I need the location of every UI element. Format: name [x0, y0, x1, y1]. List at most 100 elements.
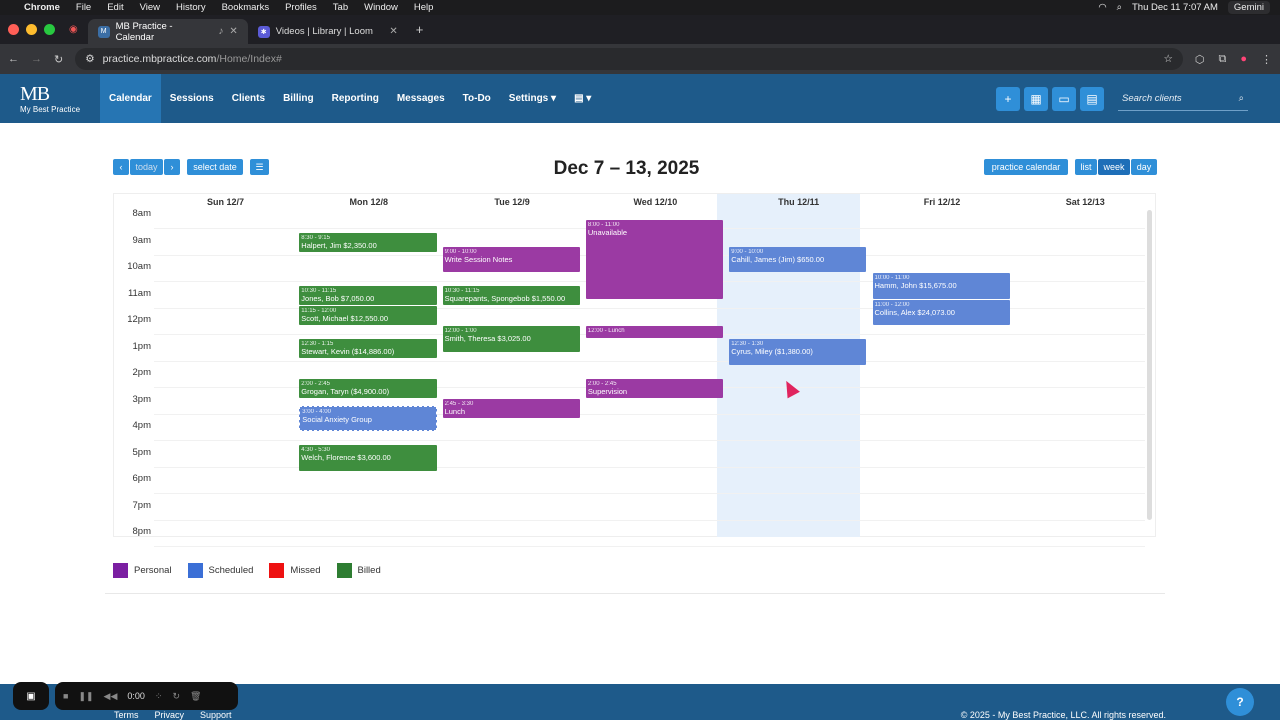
pause-icon[interactable]: ❚❚ — [78, 691, 93, 702]
calendar-event[interactable]: 2:00 - 2:45 Grogan, Taryn ($4,900.00) — [299, 379, 437, 398]
calendar-event[interactable]: 10:30 - 11:15 Squarepants, Spongebob $1,5… — [442, 286, 580, 306]
gemini-button[interactable]: Gemini — [1227, 1, 1270, 14]
view-dropdown-icon[interactable]: ▤ ▾ — [565, 74, 600, 123]
menu-app-name[interactable]: Chrome — [16, 2, 68, 13]
close-tab-icon[interactable]: ✕ — [229, 26, 237, 37]
nav-reporting[interactable]: Reporting — [323, 74, 388, 123]
menu-window[interactable]: Window — [356, 2, 406, 13]
calendar-event[interactable]: 3:00 - 4:00 Social Anxiety Group — [299, 405, 437, 431]
nav-clients[interactable]: Clients — [223, 74, 274, 123]
day-header[interactable]: Thu 12/11 — [727, 197, 870, 207]
back-icon[interactable]: ← — [8, 53, 19, 65]
menu-bookmarks[interactable]: Bookmarks — [214, 2, 278, 13]
rewind-icon[interactable]: ◀◀ — [104, 691, 118, 702]
next-week-button[interactable]: › — [164, 159, 180, 175]
search-icon[interactable]: ⌕ — [1117, 2, 1122, 13]
extensions-puzzle-icon[interactable]: ⧉ — [1218, 53, 1226, 66]
footer-terms-link[interactable]: Terms — [114, 710, 139, 720]
day-header[interactable]: Fri 12/12 — [871, 197, 1014, 207]
day-header[interactable]: Sat 12/13 — [1014, 197, 1157, 207]
calendar-event[interactable]: 11:00 - 12:00 Collins, Alex $24,073.00 — [872, 299, 1010, 325]
nav-billing[interactable]: Billing — [274, 74, 323, 123]
profile-avatar-icon[interactable]: ● — [1240, 53, 1247, 65]
minimize-window-button[interactable] — [26, 24, 37, 35]
reload-icon[interactable]: ↻ — [54, 53, 63, 66]
restart-icon[interactable]: ↻ — [172, 691, 180, 702]
calendar-event[interactable]: 8:00 - 11:00 Unavailable — [585, 220, 724, 299]
credit-card-icon[interactable]: ▭ — [1052, 86, 1076, 111]
stop-icon[interactable]: ■ — [63, 691, 68, 701]
chrome-menu-icon[interactable]: ⋮ — [1261, 53, 1272, 66]
calendar-event[interactable]: 10:00 - 11:00 Hamm, John $15,675.00 — [872, 273, 1010, 299]
document-icon[interactable]: ▤ — [1080, 86, 1104, 111]
menu-view[interactable]: View — [132, 2, 168, 13]
footer-privacy-link[interactable]: Privacy — [155, 710, 185, 720]
calendar-event[interactable]: 12:00 - Lunch — [585, 326, 724, 339]
hour-gridline — [154, 546, 1145, 547]
search-clients-input[interactable]: Search clients ⌕ — [1118, 87, 1248, 111]
calendar-icon[interactable]: ▦ — [1024, 86, 1048, 111]
search-icon[interactable]: ⌕ — [1239, 93, 1244, 104]
day-header[interactable]: Wed 12/10 — [584, 197, 727, 207]
menu-edit[interactable]: Edit — [99, 2, 131, 13]
site-info-icon[interactable]: ⚙ — [85, 53, 94, 65]
menubar-clock[interactable]: Thu Dec 11 7:07 AM — [1132, 2, 1218, 13]
menu-tab[interactable]: Tab — [325, 2, 356, 13]
close-window-button[interactable] — [8, 24, 19, 35]
menu-help[interactable]: Help — [406, 2, 442, 13]
calendar-event[interactable]: 12:00 - 1:00 Smith, Theresa $3,025.00 — [442, 326, 580, 352]
calendar-event[interactable]: 12:30 - 1:15 Stewart, Kevin ($14,886.00) — [299, 339, 437, 359]
view-day-button[interactable]: day — [1131, 159, 1157, 175]
extension-icon[interactable]: ⬡ — [1195, 53, 1205, 66]
address-bar[interactable]: ⚙ practice.mbpractice.com/Home/Index# ☆ — [75, 48, 1183, 70]
tab-mb-practice[interactable]: M MB Practice - Calendar ♪ ✕ — [87, 19, 248, 44]
trash-icon[interactable]: 🗑 — [190, 691, 201, 702]
new-tab-icon[interactable]: + — [416, 22, 424, 37]
view-list-button[interactable]: list — [1075, 159, 1097, 175]
event-time: 11:00 - 12:00 — [874, 301, 910, 308]
camera-icon[interactable]: ▣ — [13, 682, 49, 710]
view-week-button[interactable]: week — [1098, 159, 1130, 175]
menu-profiles[interactable]: Profiles — [277, 2, 325, 13]
prev-week-button[interactable]: ‹ — [113, 159, 129, 175]
week-grid[interactable]: Sun 12/7 Mon 12/8 Tue 12/9 Wed 12/10 Thu 12/… — [113, 193, 1157, 547]
nav-settings[interactable]: Settings ▾ — [500, 74, 565, 123]
nav-messages[interactable]: Messages — [388, 74, 454, 123]
calendar-event[interactable]: 2:00 - 2:45 Supervision — [585, 379, 724, 398]
practice-calendar-button[interactable]: practice calendar — [984, 159, 1068, 175]
select-date-button[interactable]: select date — [187, 159, 243, 175]
calendar-event[interactable]: 12:30 - 1:30 Cyrus, Miley ($1,380.00) — [729, 339, 867, 365]
today-button[interactable]: today — [130, 159, 163, 175]
footer-support-link[interactable]: Support — [200, 710, 232, 720]
calendar-event[interactable]: 11:15 - 12:00 Scott, Michael $12,550.00 — [299, 306, 437, 325]
forward-icon[interactable]: → — [31, 53, 42, 65]
calendar-event[interactable]: 4:30 - 5:30 Welch, Florence $3,600.00 — [299, 445, 437, 471]
tab-loom[interactable]: ✱ Videos | Library | Loom ✕ — [248, 19, 408, 44]
bookmark-star-icon[interactable]: ☆ — [1163, 53, 1172, 65]
day-header[interactable]: Mon 12/8 — [297, 197, 440, 207]
calendar-event[interactable]: 10:30 - 11:15 Jones, Bob $7,050.00 — [299, 286, 437, 306]
day-header[interactable]: Sun 12/7 — [154, 197, 297, 207]
close-tab-icon[interactable]: ✕ — [389, 26, 397, 37]
menu-history[interactable]: History — [168, 2, 214, 13]
calendar-scrollbar[interactable] — [1147, 210, 1152, 520]
wifi-icon[interactable]: ◠ — [1098, 2, 1106, 13]
grid-icon[interactable]: ⁘ — [155, 691, 163, 702]
legend-swatch — [113, 563, 128, 578]
nav-sessions[interactable]: Sessions — [161, 74, 223, 123]
calendar-event[interactable]: 8:30 - 9:15 Halpert, Jim $2,350.00 — [299, 233, 437, 253]
zoom-window-button[interactable] — [44, 24, 55, 35]
nav-calendar[interactable]: Calendar — [100, 74, 161, 129]
filter-icon[interactable]: ☰ — [250, 159, 269, 175]
calendar-event[interactable]: 9:00 - 10:00 Write Session Notes — [442, 246, 580, 272]
day-header[interactable]: Tue 12/9 — [441, 197, 584, 207]
logo[interactable]: MB My Best Practice — [0, 84, 100, 114]
calendar-event[interactable]: 9:00 - 10:00 Cahill, James (Jim) $650.00 — [729, 246, 867, 272]
add-client-icon[interactable]: + — [996, 86, 1020, 111]
calendar-event[interactable]: 2:45 - 3:30 Lunch — [442, 398, 580, 418]
help-button[interactable]: ? — [1226, 688, 1254, 716]
menu-file[interactable]: File — [68, 2, 99, 13]
speaker-icon[interactable]: ♪ — [218, 26, 223, 37]
nav-todo[interactable]: To-Do — [454, 74, 500, 123]
extensions-area: ⬡ ⧉ ● ⋮ — [1195, 53, 1272, 66]
